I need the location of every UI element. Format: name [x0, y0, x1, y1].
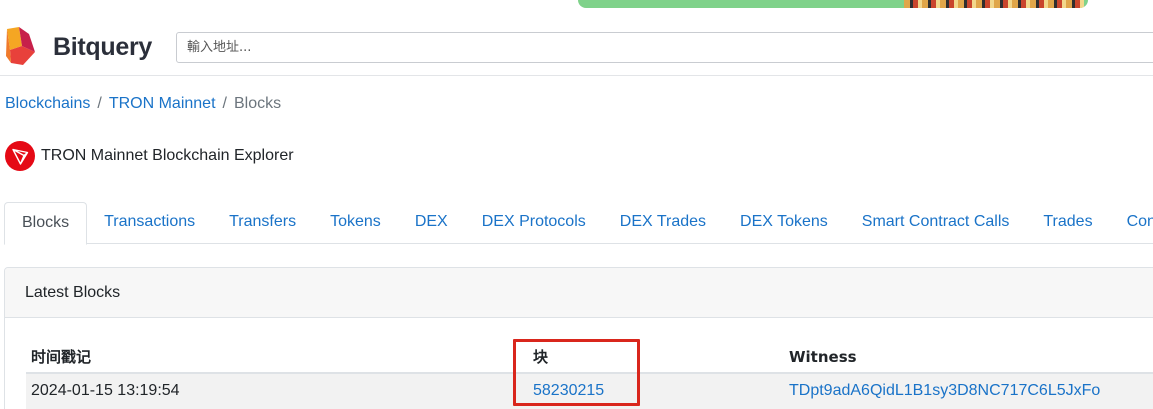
header-divider [0, 75, 1153, 76]
tab-tokens[interactable]: Tokens [313, 202, 398, 244]
bitquery-logo-icon[interactable] [5, 26, 39, 66]
latest-blocks-card: Latest Blocks 时间戳记 块 Witness 2024-01-15 … [4, 267, 1153, 409]
tab-contracts[interactable]: Contr [1110, 202, 1153, 244]
tab-smart-contract-calls[interactable]: Smart Contract Calls [845, 202, 1027, 244]
banner-artwork [904, 0, 1084, 8]
table-row: 2024-01-15 13:19:54 58230215 TDpt9adA6Qi… [26, 374, 1153, 409]
column-header-block: 块 [533, 348, 549, 366]
breadcrumb: Blockchains / TRON Mainnet / Blocks [5, 95, 281, 113]
row-block-link[interactable]: 58230215 [533, 374, 604, 408]
column-header-witness: Witness [789, 348, 857, 366]
breadcrumb-blockchains[interactable]: Blockchains [5, 95, 90, 113]
row-timestamp: 2024-01-15 13:19:54 [31, 382, 180, 399]
row-witness-link[interactable]: TDpt9adA6QidL1B1sy3D8NC717C6L5JxFo [789, 374, 1100, 408]
tab-bar: Blocks Transactions Transfers Tokens DEX… [4, 202, 1153, 245]
card-title: Latest Blocks [5, 268, 1153, 318]
tron-logo-icon [5, 141, 35, 171]
brand-name[interactable]: Bitquery [53, 33, 152, 62]
breadcrumb-separator: / [97, 95, 102, 112]
tab-transactions[interactable]: Transactions [87, 202, 212, 244]
tab-dex-protocols[interactable]: DEX Protocols [465, 202, 603, 244]
breadcrumb-current: Blocks [233, 95, 282, 112]
breadcrumb-separator: / [222, 95, 227, 112]
tab-transfers[interactable]: Transfers [212, 202, 313, 244]
tab-dex-trades[interactable]: DEX Trades [603, 202, 723, 244]
explorer-heading: TRON Mainnet Blockchain Explorer [5, 141, 294, 171]
explorer-title: TRON Mainnet Blockchain Explorer [41, 147, 294, 164]
breadcrumb-tron-mainnet[interactable]: TRON Mainnet [109, 95, 216, 113]
tab-trades[interactable]: Trades [1026, 202, 1109, 244]
column-header-timestamp: 时间戳记 [31, 348, 92, 366]
blocks-table: 时间戳记 块 Witness 2024-01-15 13:19:54 58230… [26, 340, 1153, 409]
promo-banner[interactable] [578, 0, 1088, 8]
search-input[interactable] [176, 32, 1153, 63]
tab-dex-tokens[interactable]: DEX Tokens [723, 202, 845, 244]
tab-blocks[interactable]: Blocks [4, 202, 88, 245]
table-header: 时间戳记 块 Witness [26, 340, 1153, 374]
header: Bitquery [0, 22, 1153, 72]
tab-dex[interactable]: DEX [398, 202, 465, 244]
page: Bitquery Blockchains / TRON Mainnet / Bl… [0, 0, 1153, 409]
